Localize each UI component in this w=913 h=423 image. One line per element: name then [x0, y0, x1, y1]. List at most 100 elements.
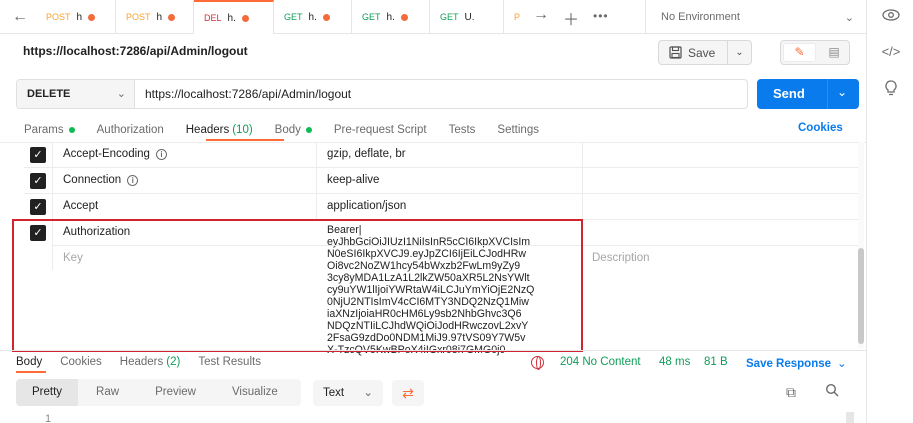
tab-method: POST [126, 12, 151, 22]
tab-prerequest-script[interactable]: Pre-request Script [334, 119, 427, 141]
request-tab[interactable]: POST h [36, 0, 116, 34]
tab-tests[interactable]: Tests [449, 119, 476, 141]
copy-icon[interactable]: ⧉ [786, 384, 796, 401]
environment-label: No Environment [661, 11, 740, 23]
response-tabs: Body Cookies Headers (2) Test Results [16, 356, 279, 368]
pencil-icon[interactable]: ✎ [783, 43, 816, 62]
request-tab-bar: ← POST h POST h DEL h. GET h. GET h. GET… [0, 0, 866, 34]
chevron-down-icon: ⌄ [116, 88, 126, 100]
tab-settings-label: Settings [497, 124, 539, 136]
divider [316, 168, 317, 193]
save-response-label: Save Response [746, 358, 832, 370]
request-title[interactable]: https://localhost:7286/api/Admin/logout [23, 44, 248, 58]
line-number: 1 [45, 413, 52, 423]
search-icon[interactable] [825, 383, 839, 400]
tab-headers-count: (10) [232, 124, 253, 136]
scrollbar-thumb[interactable] [846, 412, 854, 423]
header-value[interactable]: application/json [327, 200, 406, 212]
save-response-button[interactable]: Save Response ⌄ [746, 356, 847, 370]
response-size[interactable]: 81 B [704, 356, 728, 368]
header-key[interactable]: Accept [63, 200, 98, 212]
send-divider [827, 79, 828, 109]
view-visualize[interactable]: Visualize [214, 379, 296, 406]
request-tab-active[interactable]: DEL h. [194, 0, 274, 34]
new-description-input[interactable]: Description [592, 252, 650, 264]
request-tab[interactable]: GET h. [274, 0, 352, 34]
plus-icon[interactable]: ＋ [563, 6, 579, 30]
chevron-down-icon[interactable]: ⌄ [837, 85, 847, 99]
table-row: ✓ Connection i keep-alive [24, 168, 858, 194]
response-time[interactable]: 48 ms [659, 356, 690, 368]
format-select[interactable]: Text ⌄ [313, 380, 383, 406]
info-icon[interactable]: i [127, 174, 139, 186]
lightbulb-icon[interactable] [881, 80, 901, 100]
divider [582, 194, 583, 219]
tab-response-body[interactable]: Body [16, 356, 42, 368]
comment-icon[interactable]: ▤ [819, 43, 849, 62]
tab-prerequest-label: Pre-request Script [333, 124, 427, 136]
chevron-down-icon: ⌄ [837, 358, 847, 370]
view-raw[interactable]: Raw [78, 379, 137, 406]
arrow-left-icon[interactable]: ← [10, 8, 30, 26]
url-bar: DELETE ⌄ https://localhost:7286/api/Admi… [16, 79, 748, 109]
header-key[interactable]: Accept-Encoding i [63, 148, 167, 160]
save-options-chevron-icon[interactable]: ⌄ [728, 40, 752, 65]
tab-response-headers[interactable]: Headers (2) [120, 356, 181, 368]
tab-tests-label: Tests [448, 124, 476, 136]
send-label: Send [773, 86, 805, 101]
method-select[interactable]: DELETE ⌄ [17, 80, 135, 108]
divider [52, 168, 53, 193]
tab-headers[interactable]: Headers (10) [186, 119, 253, 141]
table-row: ✓ Accept-Encoding i gzip, deflate, br [24, 142, 858, 168]
request-tab[interactable]: P [504, 0, 526, 34]
info-icon[interactable]: i [155, 148, 167, 160]
view-pretty[interactable]: Pretty [16, 379, 79, 406]
code-icon[interactable]: </> [881, 42, 901, 62]
request-tab[interactable]: GET U. [430, 0, 504, 34]
tab-name: h [156, 11, 163, 23]
status-dot-icon [305, 127, 312, 133]
environment-select[interactable]: No Environment ⌄ [645, 0, 866, 34]
row-checkbox[interactable]: ✓ [30, 199, 46, 215]
header-value[interactable]: keep-alive [327, 174, 379, 186]
more-horizontal-icon[interactable]: ••• [593, 6, 609, 30]
tab-response-cookies[interactable]: Cookies [60, 356, 102, 368]
tab-body[interactable]: Body [275, 119, 312, 141]
tab-response-headers-label: Headers [119, 356, 164, 368]
tab-method: DEL [204, 13, 222, 23]
request-tab[interactable]: POST h [116, 0, 194, 34]
tab-headers-label: Headers [185, 124, 230, 136]
eye-icon[interactable] [881, 7, 901, 27]
tab-settings[interactable]: Settings [497, 119, 539, 141]
tab-params-label: Params [24, 124, 64, 136]
url-input[interactable]: https://localhost:7286/api/Admin/logout [145, 87, 351, 101]
view-mode-segment: Pretty Raw Preview Visualize [16, 379, 301, 406]
chevron-down-icon: ⌄ [844, 12, 854, 24]
cookies-link[interactable]: Cookies [798, 122, 843, 134]
tab-response-headers-count: (2) [166, 356, 181, 368]
tab-method: GET [284, 12, 303, 22]
globe-icon[interactable] [531, 356, 544, 370]
arrow-right-icon[interactable]: → [533, 6, 549, 30]
scrollbar-thumb[interactable] [858, 248, 864, 344]
send-button[interactable]: Send ⌄ [757, 79, 859, 109]
table-row: ✓ Accept application/json [24, 194, 858, 220]
unsaved-dot-icon [400, 13, 408, 21]
tab-name: U. [464, 11, 475, 23]
save-button[interactable]: Save [658, 40, 728, 65]
tab-actions: → ＋ ••• [533, 6, 609, 30]
tab-authorization[interactable]: Authorization [97, 119, 164, 141]
request-tab[interactable]: GET h. [352, 0, 430, 34]
status-code[interactable]: 204 No Content [560, 356, 641, 368]
divider [52, 142, 53, 167]
header-value[interactable]: gzip, deflate, br [327, 148, 406, 160]
header-key-text: Accept-Encoding [63, 148, 150, 160]
tab-test-results[interactable]: Test Results [198, 356, 261, 368]
row-checkbox[interactable]: ✓ [30, 173, 46, 189]
tab-params[interactable]: Params [24, 119, 75, 141]
tab-name: h. [227, 12, 236, 24]
wrap-lines-icon[interactable]: ⇄ [392, 380, 424, 406]
view-preview[interactable]: Preview [137, 379, 214, 406]
row-checkbox[interactable]: ✓ [30, 147, 46, 163]
header-key[interactable]: Connection i [63, 174, 139, 186]
